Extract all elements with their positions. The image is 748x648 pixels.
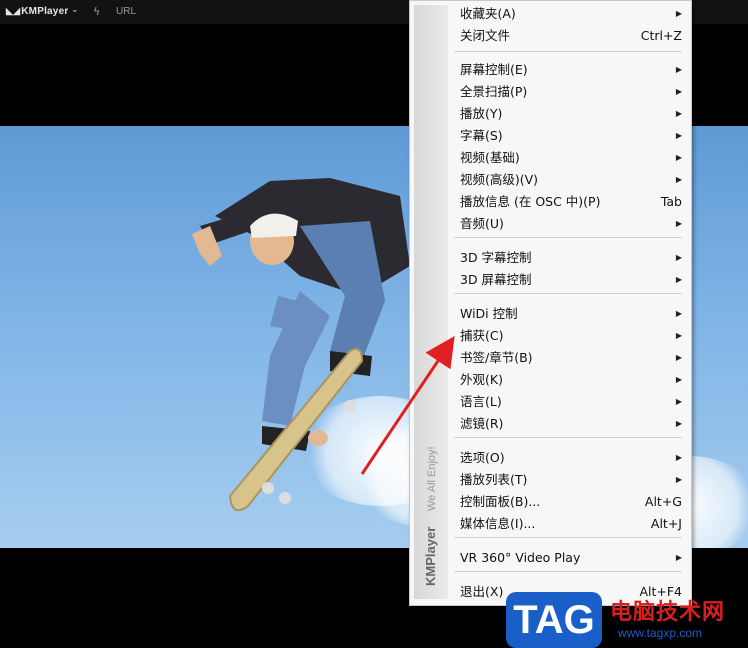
menu-separator <box>454 51 682 52</box>
menu-item-label: 屏幕控制(E) <box>460 62 528 77</box>
submenu-arrow-icon: ▶ <box>675 253 682 262</box>
menu-item-label: 退出(X) <box>460 584 504 599</box>
menu-item-label: 捕获(C) <box>460 328 504 343</box>
submenu-arrow-icon: ▶ <box>675 9 682 18</box>
chevron-down-icon[interactable]: ⌄ <box>71 5 79 15</box>
lightning-icon[interactable]: ϟ <box>93 5 100 18</box>
menu-item-label: 播放列表(T) <box>460 472 528 487</box>
watermark-tag: TAG <box>506 592 602 648</box>
svg-text:KMPlayer: KMPlayer <box>423 527 438 586</box>
menu-item[interactable]: WiDi 控制 ▶ <box>460 303 682 325</box>
context-menu: KMPlayer We All Enjoy! 收藏夹(A) ▶ 关闭文件 Ctrl+Z… <box>409 0 692 606</box>
submenu-arrow-icon: ▶ <box>675 153 682 162</box>
menu-item[interactable]: 选项(O) ▶ <box>460 447 682 469</box>
menu-item[interactable]: 捕获(C) ▶ <box>460 325 682 347</box>
submenu-arrow-icon: ▶ <box>675 65 682 74</box>
menu-separator <box>454 571 682 572</box>
submenu-arrow-icon: ▶ <box>675 419 682 428</box>
url-button[interactable]: URL <box>116 6 136 17</box>
menu-item-label: 收藏夹(A) <box>460 6 516 21</box>
menu-item-label: 3D 字幕控制 <box>460 250 532 265</box>
submenu-arrow-icon: ▶ <box>675 87 682 96</box>
menu-item[interactable]: 外观(K) ▶ <box>460 369 682 391</box>
submenu-arrow-icon: ▶ <box>675 275 682 284</box>
menu-item[interactable]: 播放列表(T) ▶ <box>460 469 682 491</box>
menu-separator <box>454 537 682 538</box>
submenu-arrow-icon: ▶ <box>675 309 682 318</box>
menu-separator <box>454 237 682 238</box>
submenu-arrow-icon: ▶ <box>675 109 682 118</box>
submenu-arrow-icon: ▶ <box>675 353 682 362</box>
menu-item-label: 控制面板(B)... <box>460 494 541 509</box>
watermark-url: www.tagxp.com <box>618 626 703 640</box>
app-logo[interactable]: ◣◢KMPlayer <box>6 6 68 17</box>
menu-separator <box>454 437 682 438</box>
svg-text:We All Enjoy!: We All Enjoy! <box>426 446 438 511</box>
menu-item[interactable]: 视频(基础) ▶ <box>460 147 682 169</box>
submenu-arrow-icon: ▶ <box>675 219 682 228</box>
menu-item-shortcut: Alt+J <box>650 516 682 531</box>
menu-item-shortcut: Ctrl+Z <box>640 28 682 43</box>
menu-item-label: WiDi 控制 <box>460 306 518 321</box>
menu-separator <box>454 293 682 294</box>
menu-item[interactable]: 书签/章节(B) ▶ <box>460 347 682 369</box>
menu-item-label: 视频(高级)(V) <box>460 172 539 187</box>
submenu-arrow-icon: ▶ <box>675 475 682 484</box>
menu-item-label: 媒体信息(I)... <box>460 516 536 531</box>
menu-item[interactable]: 3D 字幕控制 ▶ <box>460 247 682 269</box>
kmplayer-logo: KMPlayer We All Enjoy! <box>423 446 438 586</box>
menu-item[interactable]: 关闭文件 Ctrl+Z <box>460 25 682 47</box>
app-name: KMPlayer <box>21 6 69 17</box>
menu-item-label: 音频(U) <box>460 216 504 231</box>
submenu-arrow-icon: ▶ <box>675 131 682 140</box>
submenu-arrow-icon: ▶ <box>675 375 682 384</box>
menu-item-label: 播放(Y) <box>460 106 503 121</box>
site-watermark: TAG 电脑技术网 www.tagxp.com <box>506 590 748 648</box>
menu-item-label: 字幕(S) <box>460 128 503 143</box>
menu-item[interactable]: 媒体信息(I)... Alt+J <box>460 513 682 535</box>
menu-item[interactable]: 播放信息 (在 OSC 中)(P) Tab <box>460 191 682 213</box>
menu-item-label: 全景扫描(P) <box>460 84 528 99</box>
menu-item-label: 外观(K) <box>460 372 503 387</box>
menu-item-label: VR 360° Video Play <box>460 550 581 565</box>
submenu-arrow-icon: ▶ <box>675 175 682 184</box>
submenu-arrow-icon: ▶ <box>675 397 682 406</box>
menu-item-label: 滤镜(R) <box>460 416 504 431</box>
menu-item[interactable]: 控制面板(B)... Alt+G <box>460 491 682 513</box>
menu-item[interactable]: 滤镜(R) ▶ <box>460 413 682 435</box>
menu-item-label: 关闭文件 <box>460 28 511 43</box>
menu-item[interactable]: 字幕(S) ▶ <box>460 125 682 147</box>
menu-item[interactable]: 3D 屏幕控制 ▶ <box>460 269 682 291</box>
submenu-arrow-icon: ▶ <box>675 331 682 340</box>
menu-item[interactable]: 全景扫描(P) ▶ <box>460 81 682 103</box>
menu-item-label: 播放信息 (在 OSC 中)(P) <box>460 194 601 209</box>
menu-item-shortcut: Alt+G <box>644 494 682 509</box>
submenu-arrow-icon: ▶ <box>675 553 682 562</box>
submenu-arrow-icon: ▶ <box>675 453 682 462</box>
menu-item-label: 书签/章节(B) <box>460 350 533 365</box>
menu-item-label: 选项(O) <box>460 450 505 465</box>
menu-item[interactable]: 语言(L) ▶ <box>460 391 682 413</box>
menu-item[interactable]: 播放(Y) ▶ <box>460 103 682 125</box>
menu-item-label: 语言(L) <box>460 394 502 409</box>
menu-item[interactable]: VR 360° Video Play ▶ <box>460 547 682 569</box>
menu-item[interactable]: 视频(高级)(V) ▶ <box>460 169 682 191</box>
menu-item[interactable]: 屏幕控制(E) ▶ <box>460 59 682 81</box>
menu-item[interactable]: 音频(U) ▶ <box>460 213 682 235</box>
menu-side-banner: KMPlayer We All Enjoy! <box>414 5 448 599</box>
watermark-title: 电脑技术网 <box>610 600 726 625</box>
menu-item-shortcut: Tab <box>660 194 682 209</box>
menu-item-label: 视频(基础) <box>460 150 520 165</box>
menu-item-label: 3D 屏幕控制 <box>460 272 532 287</box>
menu-item[interactable]: 收藏夹(A) ▶ <box>460 3 682 25</box>
